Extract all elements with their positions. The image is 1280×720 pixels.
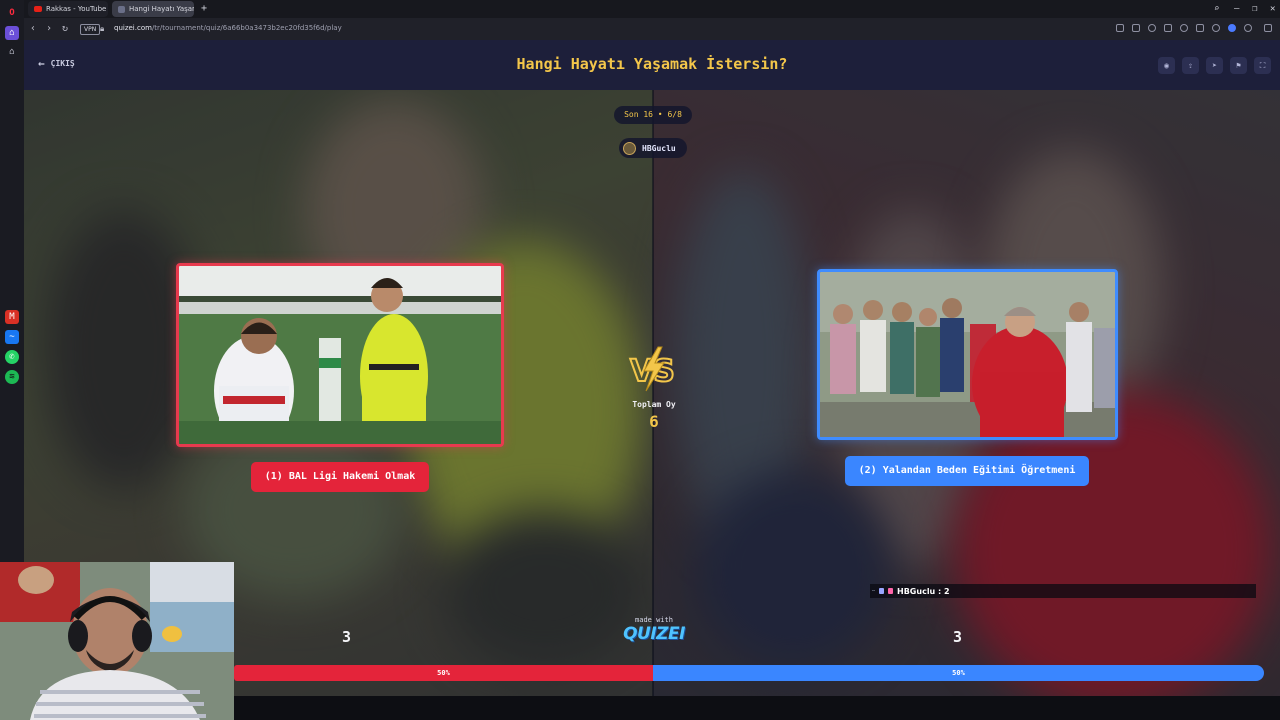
screenshot-icon[interactable] <box>1148 24 1156 32</box>
total-votes-label: Toplam Oy <box>632 400 676 409</box>
ai-icon[interactable] <box>1264 24 1272 32</box>
lock-icon[interactable]: 🔒︎ <box>100 23 104 35</box>
option-right-image[interactable] <box>817 269 1118 440</box>
menu-icon[interactable] <box>1196 24 1204 32</box>
aria-icon[interactable] <box>1228 24 1236 32</box>
speed-dial-icon[interactable]: ⌂ <box>5 45 19 59</box>
screen: O ⌂ ⌂ M ~ ✆ ≋ Rakkas - YouTube Hangi Hay… <box>0 0 1280 720</box>
option-left-button[interactable]: (1) BAL Ligi Hakemi Olmak <box>251 462 429 492</box>
spotify-icon[interactable]: ≋ <box>5 370 19 384</box>
tab-quiz-active[interactable]: Hangi Hayatı Yaşamak İs... <box>112 1 194 17</box>
settings-icon[interactable] <box>1244 24 1252 32</box>
webcam-feed <box>0 562 234 720</box>
forward-icon[interactable]: › <box>46 23 52 35</box>
option-left-vote-count: 3 <box>342 628 352 646</box>
browser-tab-bar: Rakkas - YouTube Hangi Hayatı Yaşamak İs… <box>24 0 1280 18</box>
chat-message: HBGuclu : 2 <box>897 586 950 596</box>
quizei-logo[interactable]: QUIZEI <box>604 624 704 644</box>
option-right-vote-count: 3 <box>953 628 963 646</box>
browser-address-bar: ‹ › ↻ VPN 🔒︎ quizei.com/tr/tournament/qu… <box>24 18 1280 40</box>
reload-icon[interactable]: ↻ <box>62 23 68 35</box>
home-icon[interactable]: ⌂ <box>5 26 19 40</box>
quiz-title: Hangi Hayatı Yaşamak İstersin? <box>516 55 788 73</box>
eye-icon[interactable]: ◉ <box>1158 57 1175 74</box>
made-with-label: made with <box>635 616 673 624</box>
option-right-vote-bar: 50% <box>653 665 1264 681</box>
url-domain: quizei.com <box>114 24 152 32</box>
url-field[interactable]: quizei.com/tr/tournament/quiz/6a66b0a347… <box>114 24 342 32</box>
opera-logo-icon[interactable]: O <box>5 6 19 20</box>
new-tab-button[interactable]: + <box>198 3 210 15</box>
send-icon[interactable]: ➤ <box>1206 57 1223 74</box>
camera-icon[interactable] <box>1132 24 1140 32</box>
quizei-favicon-icon <box>118 5 125 13</box>
fullscreen-icon[interactable]: ⛶ <box>1254 57 1271 74</box>
whatsapp-icon[interactable]: ✆ <box>5 350 19 364</box>
tab-youtube[interactable]: Rakkas - YouTube <box>28 1 108 17</box>
versus-icon: VS <box>629 346 676 392</box>
chat-badge-icon <box>888 588 894 594</box>
minimize-icon[interactable]: – <box>1234 3 1239 15</box>
streamer-webcam <box>0 562 234 720</box>
close-icon[interactable]: ✕ <box>1270 3 1275 15</box>
youtube-icon <box>34 6 42 12</box>
tab-label: Rakkas - YouTube <box>46 5 107 13</box>
play-icon[interactable] <box>1164 24 1172 32</box>
extension-icon[interactable] <box>1116 24 1124 32</box>
heart-icon[interactable] <box>1180 24 1188 32</box>
page-bottom-strip <box>234 696 1280 720</box>
vpn-badge[interactable]: VPN <box>80 24 101 35</box>
messenger-icon[interactable]: ~ <box>5 330 19 344</box>
tab-label: Hangi Hayatı Yaşamak İs... <box>129 5 194 13</box>
profile-icon[interactable] <box>1212 24 1220 32</box>
option-left-image[interactable] <box>176 263 504 447</box>
round-indicator: Son 16 • 6/8 <box>614 106 692 124</box>
flag-icon[interactable]: ⚑ <box>1230 57 1247 74</box>
url-path: /tr/tournament/quiz/6a66b0a3473b2ec20fd3… <box>151 24 342 32</box>
gym-teacher-photo <box>820 272 1115 437</box>
creator-avatar <box>623 141 636 155</box>
creator-name: HBGuclu <box>642 143 676 153</box>
quiz-header: ← ÇIKIŞ Hangi Hayatı Yaşamak İstersin? ◉… <box>24 40 1280 90</box>
creator-badge[interactable]: HBGuclu <box>619 138 687 158</box>
total-votes-value: 6 <box>649 412 659 431</box>
share-icon[interactable]: ⇪ <box>1182 57 1199 74</box>
referee-photo <box>179 266 501 444</box>
option-right-button[interactable]: (2) Yalandan Beden Eğitimi Öğretmeni <box>845 456 1089 486</box>
maximize-icon[interactable]: ❐ <box>1252 3 1257 15</box>
back-icon[interactable]: ‹ <box>30 23 36 35</box>
option-left-vote-bar: 50% <box>234 665 653 681</box>
center-divider <box>652 90 654 696</box>
gmail-icon[interactable]: M <box>5 310 19 324</box>
stream-chat-overlay: ⋯ HBGuclu : 2 <box>870 584 1256 598</box>
search-icon[interactable]: ⌕ <box>1214 3 1219 15</box>
chat-badge-icon <box>879 588 885 594</box>
chat-time-icon: ⋯ <box>872 588 876 594</box>
